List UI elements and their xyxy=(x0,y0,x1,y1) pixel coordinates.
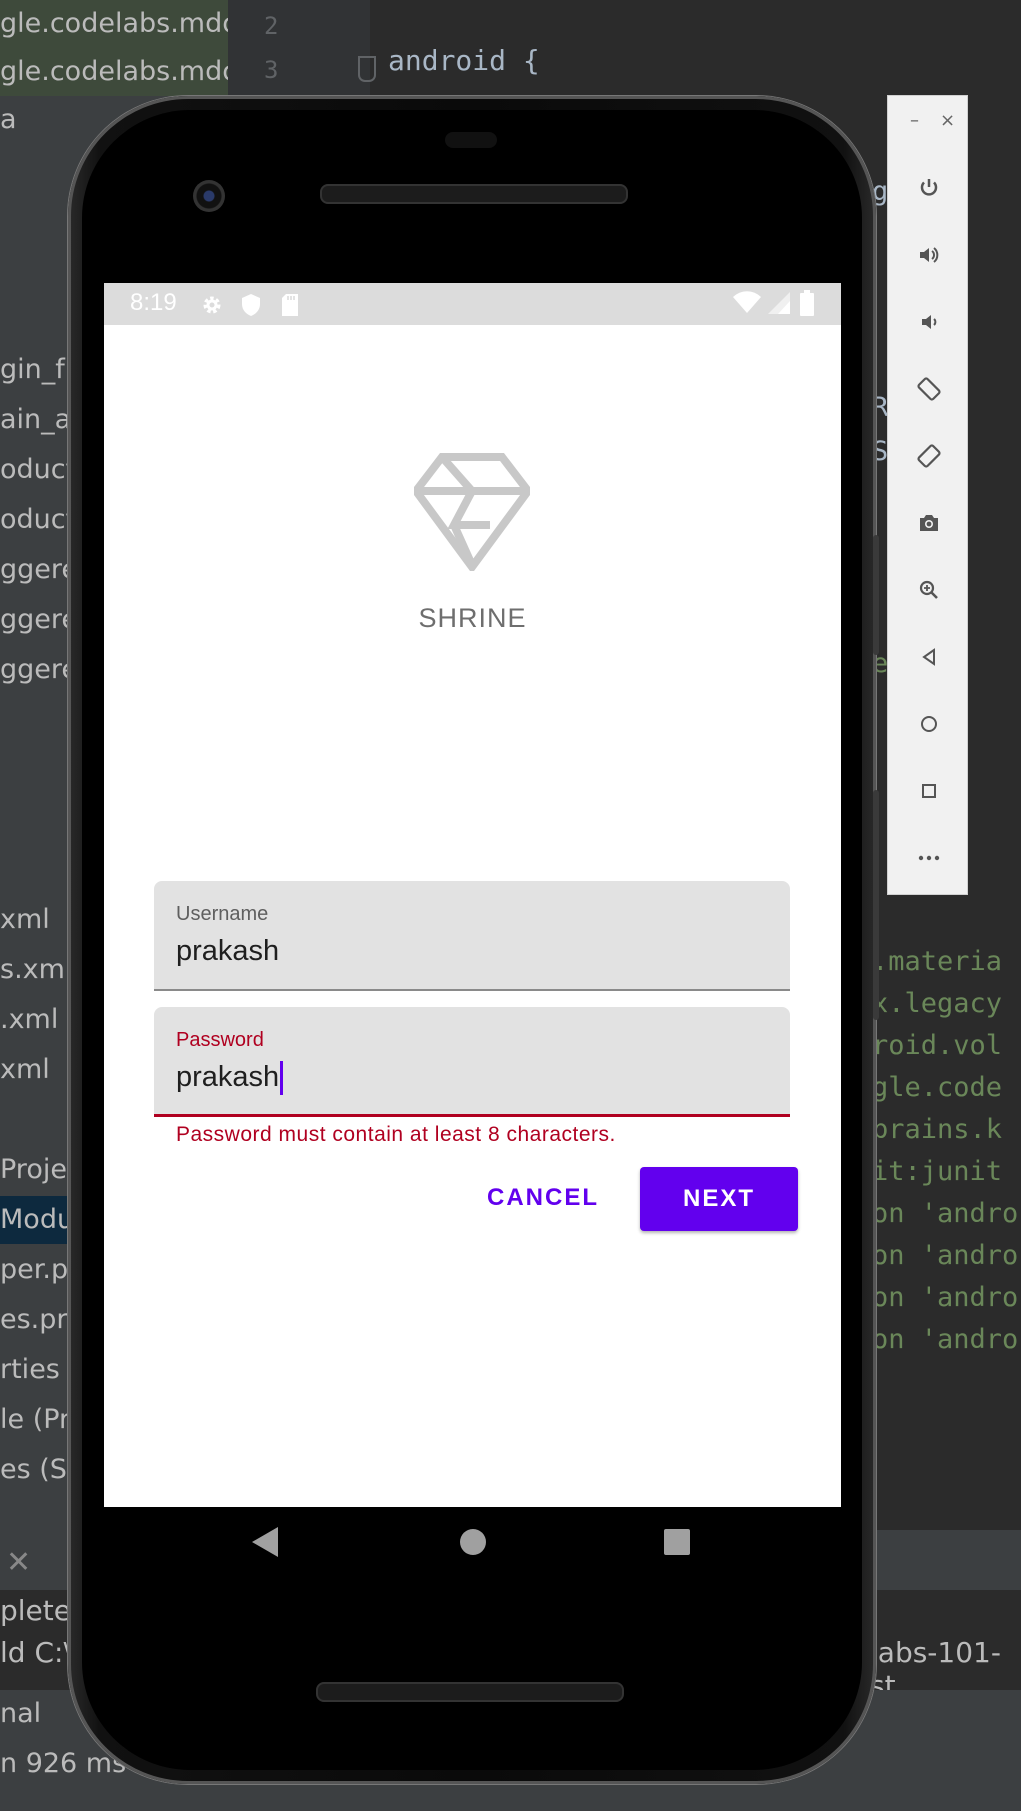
more-icon[interactable] xyxy=(888,838,969,878)
tree-item[interactable]: ggere xyxy=(0,546,78,594)
password-value: prakash xyxy=(176,1061,280,1093)
sd-card-icon xyxy=(280,293,300,321)
rotate-left-icon[interactable] xyxy=(888,369,969,409)
code-fragment: on 'andro xyxy=(872,1198,1019,1229)
emulator-toolbar: – × xyxy=(887,95,968,895)
proximity-sensor xyxy=(445,132,497,148)
power-icon[interactable] xyxy=(888,168,969,208)
text-cursor xyxy=(280,1061,284,1096)
home-icon[interactable] xyxy=(457,1525,489,1563)
terminal-tab[interactable]: nal xyxy=(0,1698,41,1729)
build-output-line: plete xyxy=(0,1594,71,1627)
navigation-bar xyxy=(104,1507,841,1591)
status-bar: 8:19 xyxy=(104,283,841,325)
tree-item[interactable]: ggere xyxy=(0,646,78,694)
back-icon[interactable] xyxy=(250,1525,282,1563)
device-side-button[interactable] xyxy=(873,535,879,655)
overview-icon[interactable] xyxy=(661,1525,693,1563)
code-fragment: gle.code xyxy=(872,1072,1003,1103)
tree-item[interactable]: s.xml xyxy=(0,946,72,994)
tree-item[interactable]: oduct xyxy=(0,496,76,544)
username-label: Username xyxy=(176,903,269,925)
tree-item[interactable]: Proje xyxy=(0,1146,67,1194)
front-camera-icon xyxy=(193,180,225,212)
code-fragment: on 'andro xyxy=(872,1240,1019,1271)
close-icon[interactable]: ✕ xyxy=(6,1545,31,1580)
shrine-logo-icon xyxy=(410,453,534,575)
tree-item[interactable]: xml xyxy=(0,1046,50,1094)
device-screen: 8:19 SHRINE Username prakash Password pr… xyxy=(104,283,841,1507)
code-fragment: on 'andro xyxy=(872,1282,1019,1313)
tree-item[interactable]: .xml xyxy=(0,996,58,1044)
password-input[interactable]: prakash xyxy=(176,1061,284,1096)
device-side-button[interactable] xyxy=(873,790,879,1020)
volume-down-icon[interactable] xyxy=(888,302,969,342)
bottom-speaker xyxy=(316,1682,624,1702)
camera-icon[interactable] xyxy=(888,503,969,543)
back-icon[interactable] xyxy=(888,637,969,677)
volume-up-icon[interactable] xyxy=(888,235,969,275)
code-fragment: .materia xyxy=(872,946,1003,977)
tree-item[interactable]: ggere xyxy=(0,596,78,644)
code-fragment: brains.k xyxy=(872,1114,1003,1145)
password-error-text: Password must contain at least 8 charact… xyxy=(176,1123,616,1146)
app-title: SHRINE xyxy=(418,603,527,633)
password-label: Password xyxy=(176,1029,264,1051)
home-icon[interactable] xyxy=(888,704,969,744)
tree-item[interactable]: a xyxy=(0,96,17,144)
build-output-line: ld C:\ xyxy=(0,1636,73,1669)
tree-item[interactable]: gle.codelabs.mdc. xyxy=(0,48,228,96)
password-field[interactable]: Password prakash xyxy=(154,1007,790,1117)
signal-icon xyxy=(766,291,792,319)
code-fragment: it:junit xyxy=(872,1156,1003,1187)
tree-item[interactable]: Modu xyxy=(0,1196,70,1244)
code-fragment: x.legacy xyxy=(872,988,1003,1019)
line-number: 3 xyxy=(264,56,279,84)
status-time: 8:19 xyxy=(130,289,177,316)
code-line: android { xyxy=(388,44,540,77)
settings-icon xyxy=(200,293,224,321)
overview-icon[interactable] xyxy=(888,771,969,811)
wifi-icon xyxy=(732,291,762,319)
next-button[interactable]: NEXT xyxy=(640,1167,798,1231)
tree-item[interactable]: oduct xyxy=(0,446,76,494)
shield-icon xyxy=(240,293,262,321)
tree-item[interactable]: xml xyxy=(0,896,50,944)
close-button[interactable]: × xyxy=(940,110,955,131)
code-fragment: on 'andro xyxy=(872,1324,1019,1355)
battery-icon xyxy=(800,290,814,320)
minimize-button[interactable]: – xyxy=(910,110,919,131)
earpiece-speaker xyxy=(320,184,628,204)
tree-item[interactable]: gle.codelabs.mdc. xyxy=(0,0,228,48)
line-number: 2 xyxy=(264,12,279,40)
zoom-icon[interactable] xyxy=(888,570,969,610)
fold-icon[interactable] xyxy=(358,56,376,82)
rotate-right-icon[interactable] xyxy=(888,436,969,476)
username-field[interactable]: Username prakash xyxy=(154,881,790,991)
username-input[interactable]: prakash xyxy=(176,935,279,968)
code-fragment: roid.vol xyxy=(872,1030,1003,1061)
cancel-button[interactable]: CANCEL xyxy=(476,1167,610,1229)
